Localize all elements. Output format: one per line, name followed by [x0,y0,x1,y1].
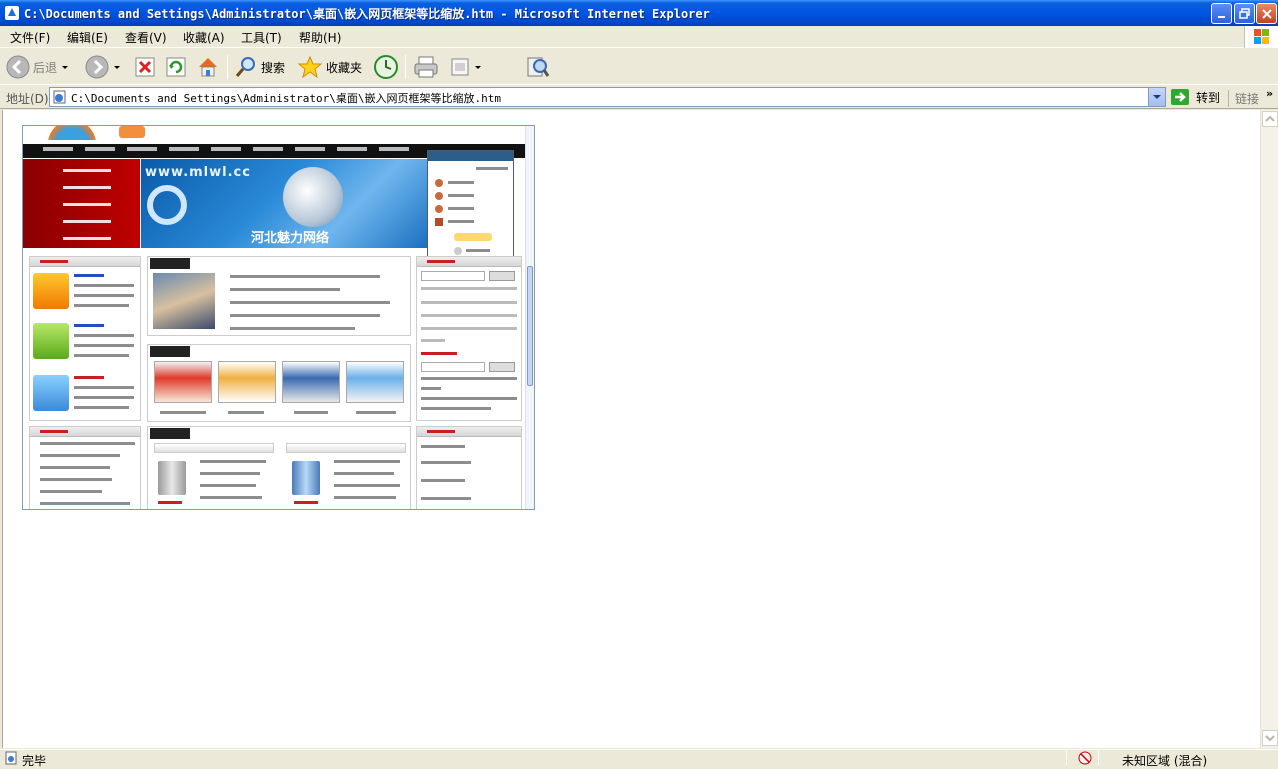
site-banner: www.mlwl.cc 河北魅力网络 [141,159,427,248]
home-icon [199,58,217,77]
title-bar[interactable]: C:\Documents and Settings\Administrator\… [0,0,1278,26]
embedded-iframe[interactable]: www.mlwl.cc 河北魅力网络 [22,125,535,510]
status-bar: 完毕 未知区域 (混合) [0,749,1278,768]
chevron-right-icon[interactable]: » [1266,87,1273,100]
cases-box [147,344,411,422]
go-arrow-icon [1171,89,1189,105]
globe-graphic [283,167,343,227]
banner-url-text: www.mlwl.cc [145,165,251,180]
window-title: C:\Documents and Settings\Administrator\… [24,7,710,21]
red-sidebar-menu [23,159,140,248]
menu-edit[interactable]: 编辑(E) [67,29,108,46]
ie-window: C:\Documents and Settings\Administrator\… [0,0,1278,768]
chevron-up-icon [1265,115,1275,122]
page-content: www.mlwl.cc 河北魅力网络 [2,110,1260,748]
refresh-button[interactable] [165,53,187,81]
search-button[interactable]: 搜索 [234,53,285,81]
back-label: 后退 [33,60,58,75]
toolbar-separator [405,55,406,79]
news-box [147,256,411,336]
address-value: C:\Documents and Settings\Administrator\… [71,92,502,105]
online-service-popup[interactable] [427,150,514,263]
go-button[interactable]: 转到 [1170,87,1220,107]
refresh-icon [166,57,186,77]
forward-button[interactable] [85,53,120,81]
status-text: 完毕 [22,754,47,768]
scroll-down-button[interactable] [1262,730,1278,746]
favorites-star-icon [297,55,323,79]
stop-icon [135,57,155,77]
site-logo [37,126,107,140]
iframe-scrollbar[interactable] [525,126,534,509]
address-dropdown-button[interactable] [1148,88,1165,106]
home-button[interactable] [196,53,220,81]
go-label: 转到 [1196,90,1221,105]
menu-bar: 文件(F) 编辑(E) 查看(V) 收藏(A) 工具(T) 帮助(H) [0,26,1278,48]
favorites-button[interactable]: 收藏夹 [297,53,362,81]
page-icon [53,90,66,104]
chevron-down-icon [1265,735,1275,742]
restore-icon [1239,8,1250,19]
favorites-label: 收藏夹 [326,60,363,75]
page-done-icon [5,751,17,765]
back-button[interactable]: 后退 [6,53,69,81]
ie-logo-icon [5,6,19,20]
address-bar: 地址(D) C:\Documents and Settings\Administ… [0,86,1278,109]
toolbar-separator [227,55,228,79]
edit-page-icon [451,58,469,76]
address-label: 地址(D) [6,92,49,106]
maximize-button[interactable] [1234,3,1255,24]
hosting-box [147,426,411,509]
research-button[interactable] [524,53,550,81]
research-icon [527,57,550,77]
minimize-button[interactable] [1211,3,1232,24]
stop-button[interactable] [134,53,156,81]
security-zone: 未知区域 (混合) [1122,754,1208,768]
forward-arrow-icon [85,55,109,79]
history-icon [374,55,398,79]
industry-cases-box [416,426,522,509]
print-button[interactable] [413,53,439,81]
at-sign-graphic [147,185,187,225]
forward-dropdown-icon[interactable] [114,65,120,69]
service-box [29,256,141,421]
minimize-icon [1218,16,1225,18]
scroll-up-button[interactable] [1262,111,1278,127]
edit-button[interactable] [450,53,481,81]
links-button[interactable]: 链接 [1228,90,1259,107]
tech-support-box [29,426,141,509]
domain-search-box [416,256,522,421]
menu-help[interactable]: 帮助(H) [299,29,341,46]
back-arrow-icon [6,55,30,79]
banner-title: 河北魅力网络 [251,231,330,246]
history-button[interactable] [373,53,399,81]
page-scrollbar[interactable] [1260,110,1278,748]
news-photo [153,273,215,329]
menu-view[interactable]: 查看(V) [125,29,167,46]
popup-blocked-icon[interactable] [1076,751,1094,765]
address-input[interactable]: C:\Documents and Settings\Administrator\… [49,87,1166,107]
menu-tools[interactable]: 工具(T) [241,29,282,46]
back-dropdown-icon[interactable] [62,65,69,69]
iframe-scroll-thumb[interactable] [527,266,533,386]
standard-toolbar: 后退 搜索 收藏夹 [0,49,1278,85]
search-icon [235,57,255,77]
edit-dropdown-icon[interactable] [475,65,481,69]
close-icon [1262,9,1272,19]
menu-file[interactable]: 文件(F) [10,29,50,46]
logo-accent [119,126,145,138]
printer-icon [414,56,438,78]
menu-favorites[interactable]: 收藏(A) [183,29,225,46]
close-button[interactable] [1256,3,1277,24]
chevron-down-icon [1153,95,1161,99]
search-label: 搜索 [261,60,286,75]
windows-logo-icon [1244,26,1278,48]
